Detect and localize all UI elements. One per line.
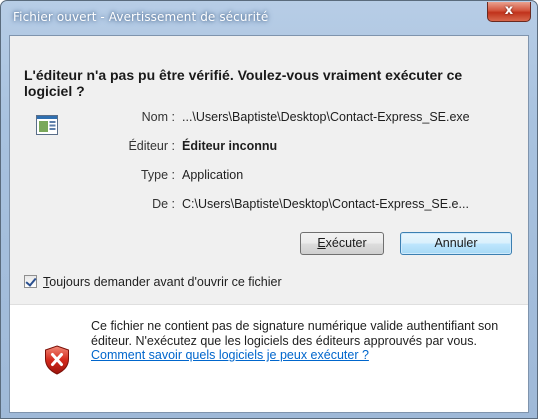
help-link[interactable]: Comment savoir quels logiciels je peux e… — [91, 348, 369, 362]
dialog-body: L'éditeur n'a pas pu être vérifié. Voule… — [9, 35, 529, 413]
warning-message: Ce fichier ne contient pas de signature … — [91, 319, 511, 363]
type-label: Type : — [140, 168, 175, 182]
run-button-mnemonic: E — [317, 236, 326, 250]
security-warning-dialog: Fichier ouvert - Avertissement de sécuri… — [0, 0, 538, 419]
run-button-label: xécuter — [325, 236, 367, 250]
shield-error-icon — [45, 345, 69, 375]
always-ask-text: oujours demander avant d'ouvrir ce fichi… — [49, 275, 282, 289]
warning-heading: L'éditeur n'a pas pu être vérifié. Voule… — [24, 67, 463, 99]
window-title: Fichier ouvert - Avertissement de sécuri… — [13, 10, 269, 24]
publisher-value: Éditeur inconnu — [182, 139, 278, 153]
from-label: De : — [152, 197, 175, 211]
close-icon: x — [504, 3, 514, 18]
name-label: Nom : — [141, 110, 175, 124]
type-value: Application — [182, 168, 244, 182]
cancel-button-label: Annuler — [434, 236, 478, 250]
title-bar[interactable]: Fichier ouvert - Avertissement de sécuri… — [1, 1, 537, 35]
always-ask-label[interactable]: Toujours demander avant d'ouvrir ce fich… — [43, 274, 282, 290]
always-ask-checkbox[interactable] — [24, 275, 37, 288]
run-button[interactable]: Exécuter — [300, 232, 384, 255]
from-value: C:\Users\Baptiste\Desktop\Contact-Expres… — [182, 197, 469, 211]
warning-message-text: Ce fichier ne contient pas de signature … — [91, 319, 499, 348]
cancel-button[interactable]: Annuler — [400, 232, 512, 255]
publisher-label: Éditeur : — [128, 139, 175, 153]
name-value: ...\Users\Baptiste\Desktop\Contact-Expre… — [182, 110, 470, 124]
main-panel: L'éditeur n'a pas pu être vérifié. Voule… — [10, 36, 528, 301]
warning-panel: Ce fichier ne contient pas de signature … — [10, 305, 528, 412]
close-button[interactable]: x — [487, 2, 531, 22]
